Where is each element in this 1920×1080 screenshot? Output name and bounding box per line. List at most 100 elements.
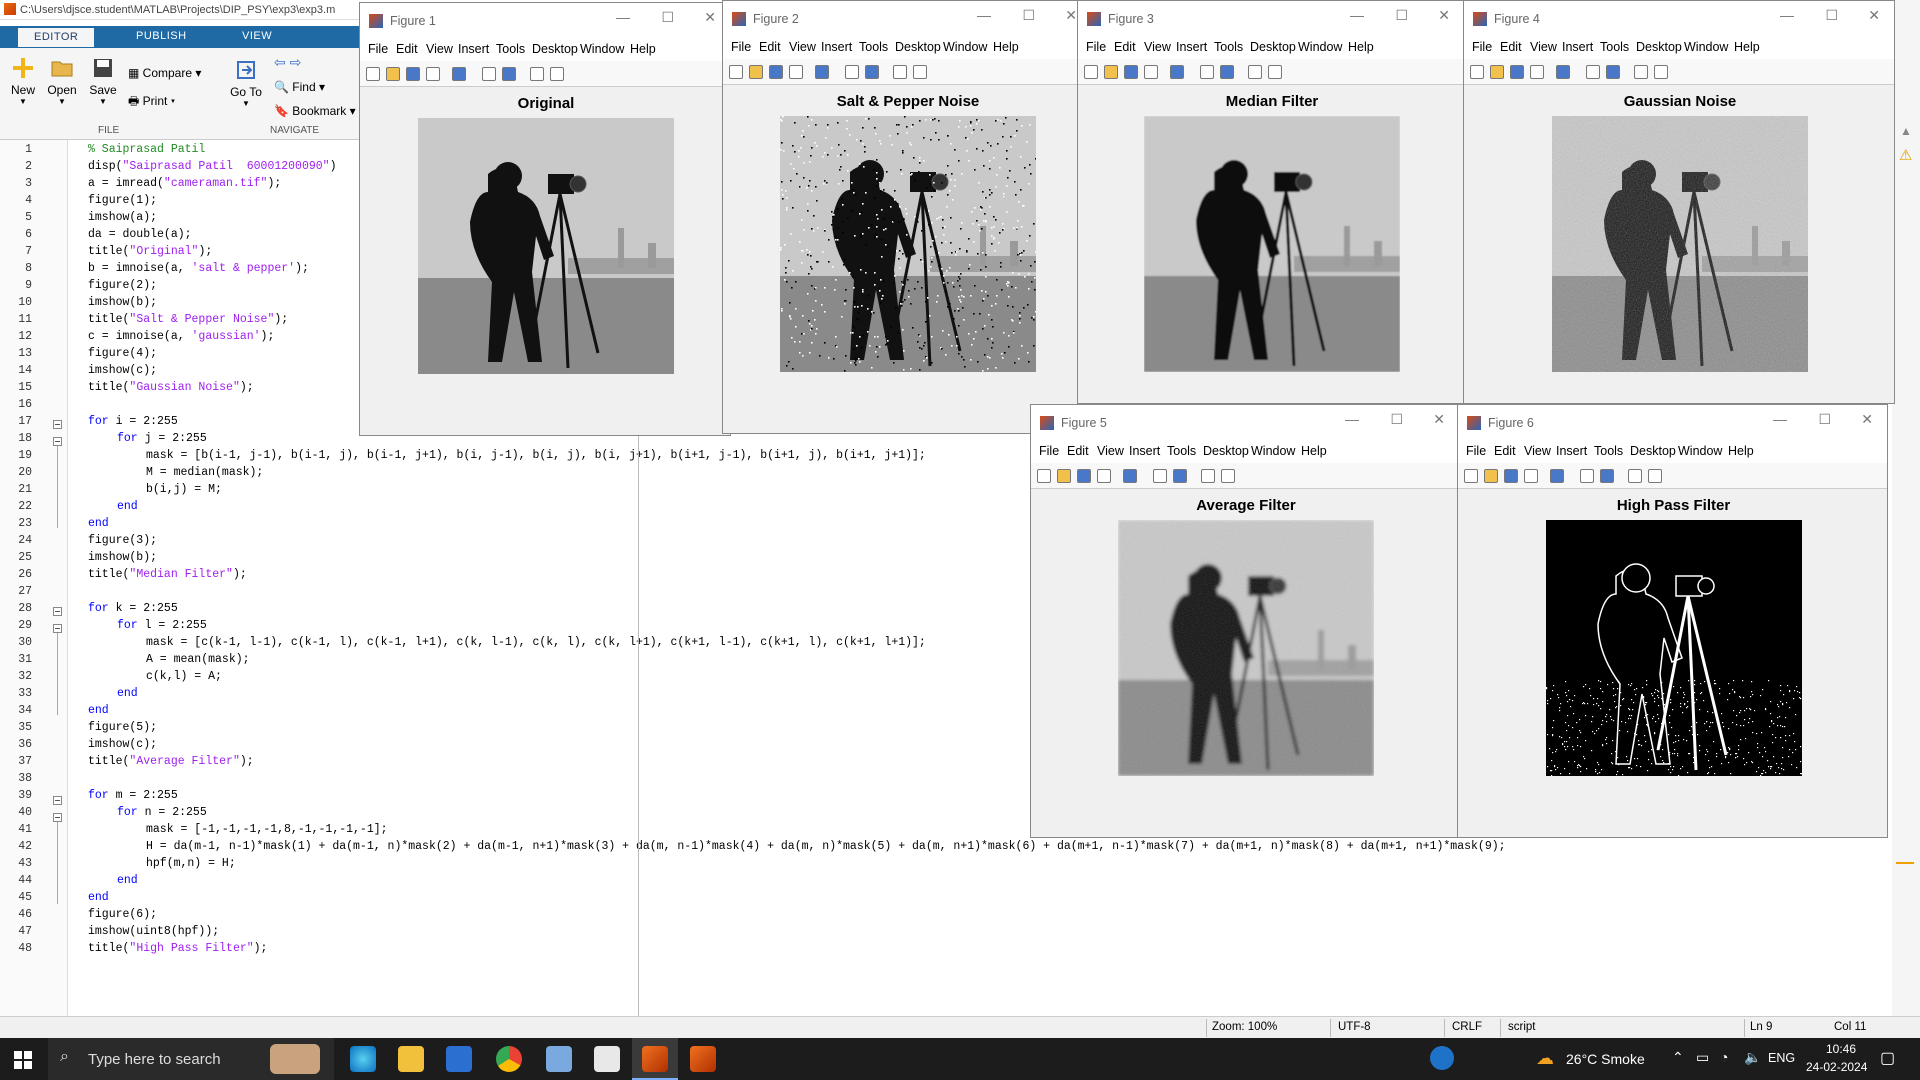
help-icon[interactable] [1430,1046,1454,1070]
open-button[interactable]: Open ▼ [46,56,78,106]
image-display[interactable] [780,116,1036,372]
code-line[interactable]: hpf(m,n) = H; [146,857,236,870]
maximize-icon[interactable]: ☐ [1395,7,1408,24]
code-line[interactable]: mask = [-1,-1,-1,-1,8,-1,-1,-1,-1]; [146,823,388,836]
menu-tools[interactable]: Tools [1167,444,1196,458]
save-figure-icon[interactable] [1077,469,1091,483]
save-figure-icon[interactable] [769,65,783,79]
maximize-icon[interactable]: ☐ [1022,7,1035,24]
minimize-icon[interactable]: — [1350,7,1364,23]
open-file-icon[interactable] [386,67,400,81]
menu-edit[interactable]: Edit [1067,444,1089,458]
open-file-icon[interactable] [1484,469,1498,483]
close-icon[interactable]: ✕ [1065,7,1077,24]
edit-plot-icon[interactable] [1248,65,1262,79]
code-line[interactable]: for k = 2:255 [88,602,178,615]
menu-edit[interactable]: Edit [1114,40,1136,54]
menu-edit[interactable]: Edit [759,40,781,54]
link-icon[interactable] [815,65,829,79]
menu-window[interactable]: Window [1298,40,1342,54]
edit-plot-icon[interactable] [893,65,907,79]
menu-insert[interactable]: Insert [1562,40,1593,54]
matlab-figure-icon[interactable] [690,1046,716,1072]
image-display[interactable] [418,118,674,374]
edit-plot-icon[interactable] [1201,469,1215,483]
maximize-icon[interactable]: ☐ [1390,411,1403,428]
code-line[interactable]: figure(2); [88,279,157,292]
print-icon[interactable] [426,67,440,81]
code-line[interactable]: imshow(uint8(hpf)); [88,925,219,938]
menu-file[interactable]: File [1039,444,1059,458]
link-icon[interactable] [452,67,466,81]
print-icon[interactable] [1097,469,1111,483]
maximize-icon[interactable]: ☐ [1818,411,1831,428]
menu-file[interactable]: File [1472,40,1492,54]
tab-view[interactable]: VIEW [242,30,272,42]
open-file-icon[interactable] [1490,65,1504,79]
code-line[interactable]: end [88,517,109,530]
menu-desktop[interactable]: Desktop [895,40,941,54]
windows-start-icon[interactable] [14,1051,32,1069]
save-figure-icon[interactable] [1510,65,1524,79]
code-line[interactable]: end [117,874,138,887]
open-file-icon[interactable] [749,65,763,79]
minimize-icon[interactable]: — [977,7,991,23]
code-line[interactable]: A = mean(mask); [146,653,250,666]
menu-view[interactable]: View [426,42,453,56]
save-figure-icon[interactable] [1504,469,1518,483]
menu-help[interactable]: Help [630,42,656,56]
property-inspector-icon[interactable] [913,65,927,79]
menu-edit[interactable]: Edit [1494,444,1516,458]
code-line[interactable]: for l = 2:255 [117,619,207,632]
back-forward-arrows[interactable]: ⇦ ⇨ [274,54,301,71]
wifi-icon[interactable]: ◔ [1720,1049,1728,1065]
matlab-taskbar-button-active[interactable] [632,1038,678,1080]
figure-title-bar[interactable]: Figure 3 — ☐ ✕ [1078,1,1464,37]
new-figure-icon[interactable] [1084,65,1098,79]
menu-view[interactable]: View [789,40,816,54]
image-display[interactable] [1552,116,1808,372]
figure-6-window[interactable]: Figure 6 — ☐ ✕ File Edit View Insert Tools Deskto… [1457,404,1888,838]
print-icon[interactable] [1524,469,1538,483]
taskbar-search-box[interactable]: ⌕ Type here to search [48,1038,334,1080]
edit-plot-icon[interactable] [530,67,544,81]
code-line[interactable]: figure(1); [88,194,157,207]
insert-colorbar-icon[interactable] [1153,469,1167,483]
close-icon[interactable]: ✕ [1861,411,1873,428]
insert-legend-icon[interactable] [1220,65,1234,79]
link-icon[interactable] [1123,469,1137,483]
clock-time[interactable]: 10:46 [1826,1042,1856,1056]
new-figure-icon[interactable] [366,67,380,81]
figure-title-bar[interactable]: Figure 5 — ☐ ✕ [1031,405,1459,441]
code-line[interactable]: title("Salt & Pepper Noise"); [88,313,288,326]
code-line[interactable]: title("Median Filter"); [88,568,247,581]
chrome-icon[interactable] [496,1046,522,1072]
edge-icon[interactable] [350,1046,376,1072]
open-file-icon[interactable] [1104,65,1118,79]
menu-view[interactable]: View [1144,40,1171,54]
compare-button[interactable]: ▦ Compare ▾ [128,66,201,80]
figure-title-bar[interactable]: Figure 4 — ☐ ✕ [1464,1,1894,37]
code-line[interactable]: end [88,891,109,904]
code-line[interactable]: M = median(mask); [146,466,263,479]
property-inspector-icon[interactable] [1221,469,1235,483]
new-figure-icon[interactable] [1037,469,1051,483]
insert-colorbar-icon[interactable] [1580,469,1594,483]
menu-view[interactable]: View [1097,444,1124,458]
link-icon[interactable] [1550,469,1564,483]
insert-colorbar-icon[interactable] [845,65,859,79]
fold-toggle[interactable] [53,624,62,633]
code-line[interactable]: c(k,l) = A; [146,670,222,683]
insert-legend-icon[interactable] [1606,65,1620,79]
insert-colorbar-icon[interactable] [1586,65,1600,79]
menu-file[interactable]: File [368,42,388,56]
code-line[interactable]: imshow(b); [88,551,157,564]
menu-help[interactable]: Help [993,40,1019,54]
file-explorer-icon[interactable] [398,1046,424,1072]
insert-legend-icon[interactable] [1173,469,1187,483]
menu-help[interactable]: Help [1301,444,1327,458]
figure-2-window[interactable]: Figure 2 — ☐ ✕ File Edit View Insert Tools Deskto… [722,0,1092,434]
code-line[interactable]: imshow(c); [88,364,157,377]
menu-help[interactable]: Help [1734,40,1760,54]
save-button[interactable]: Save ▼ [88,56,118,106]
